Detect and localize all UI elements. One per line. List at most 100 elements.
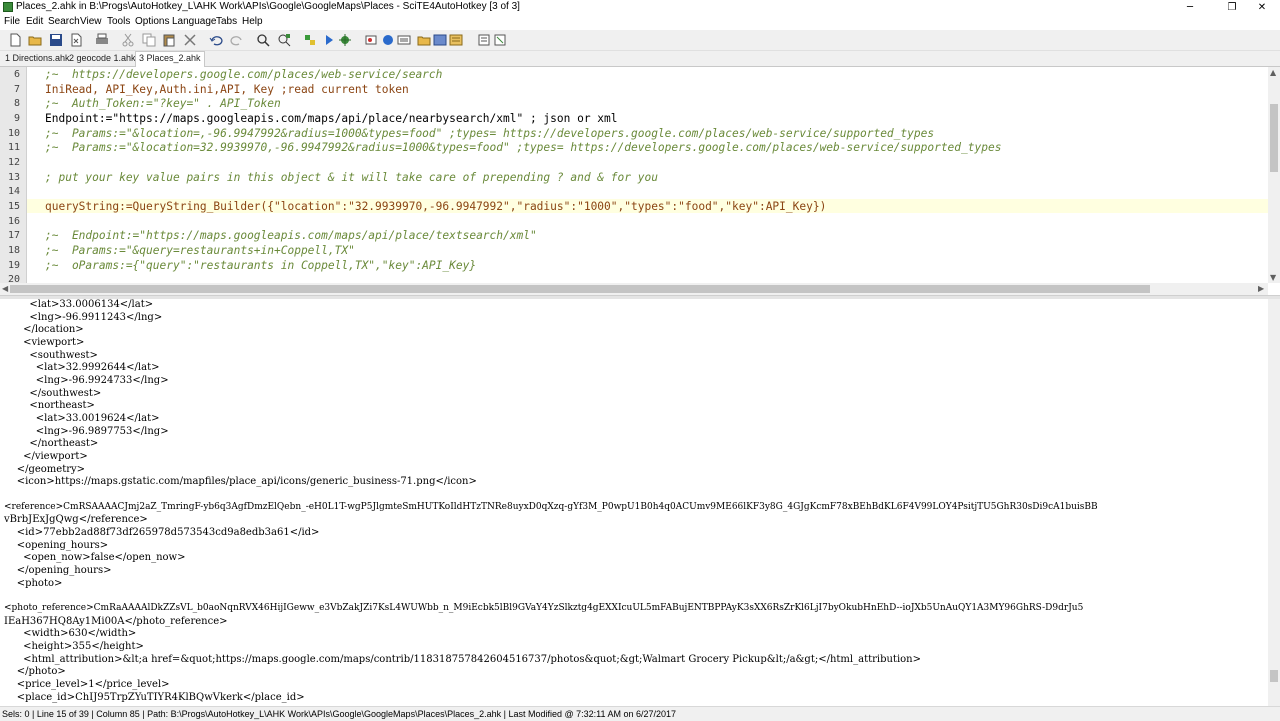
output-line: IEaH367HQ8Ay1Mi00A</photo_reference> — [4, 616, 228, 627]
find-icon[interactable] — [256, 33, 270, 47]
output-line: </northeast> — [4, 438, 99, 449]
tool-icon-4[interactable] — [417, 33, 431, 47]
line-number: 11 — [7, 142, 20, 153]
code-line: queryString:=QueryString_Builder({"locat… — [45, 200, 827, 213]
output-line: <width>630</width> — [4, 628, 137, 639]
line-number: 19 — [7, 260, 20, 271]
line-number: 9 — [13, 113, 20, 124]
tool-icon-2[interactable] — [381, 33, 395, 47]
output-line: vBrbJExJgQwg</reference> — [4, 514, 148, 525]
menu-view[interactable]: View — [80, 16, 102, 27]
output-line: <price_level>1</price_level> — [4, 679, 170, 690]
code-line: ;~ https://developers.google.com/places/… — [45, 68, 443, 81]
line-number: 18 — [7, 245, 20, 256]
output-line: <viewport> — [4, 337, 85, 348]
output-line: <photo> — [4, 578, 63, 589]
tool-icon-6[interactable] — [449, 33, 463, 47]
output-scroll-thumb[interactable] — [1270, 670, 1278, 682]
minimize-button[interactable]: ─ — [1172, 0, 1208, 15]
output-line: </photo> — [4, 666, 66, 677]
output-line: <opening_hours> — [4, 540, 109, 551]
output-line: <southwest> — [4, 350, 98, 361]
save-icon[interactable] — [49, 33, 63, 47]
paste-icon[interactable] — [162, 33, 176, 47]
menu-help[interactable]: Help — [242, 16, 263, 27]
close-button[interactable]: ✕ — [1244, 0, 1280, 15]
scite-app-icon — [3, 2, 13, 12]
line-number: 20 — [7, 274, 20, 283]
debug-icon[interactable] — [338, 33, 352, 47]
line-number: 14 — [7, 186, 20, 197]
scroll-up-arrow-icon[interactable]: ▲ — [1270, 68, 1276, 77]
output-line: <icon>https://maps.gstatic.com/mapfiles/… — [4, 476, 477, 487]
line-number: 7 — [13, 84, 20, 95]
output-line: <place_id>ChIJ95TrpZYuTIYR4KlBQwVkerk</p… — [4, 692, 305, 703]
output-line: <lng>-96.9911243</lng> — [4, 312, 163, 323]
cut-icon[interactable] — [121, 33, 135, 47]
line-number: 12 — [7, 157, 20, 168]
close-file-icon[interactable] — [69, 33, 83, 47]
output-vertical-scrollbar[interactable] — [1268, 299, 1280, 706]
tool-icon-3[interactable] — [397, 33, 411, 47]
menu-tabs[interactable]: Tabs — [216, 16, 237, 27]
scroll-right-arrow-icon[interactable]: ▶ — [1258, 284, 1264, 293]
line-number: 16 — [7, 216, 20, 227]
run-icon[interactable] — [322, 33, 336, 47]
code-line: ;~ oParams:={"query":"restaurants in Cop… — [45, 259, 477, 272]
open-folder-icon[interactable] — [28, 33, 42, 47]
tab-places[interactable]: 3 Places_2.ahk — [135, 51, 205, 67]
code-line: IniRead, API_Key,Auth.ini,API, Key ;read… — [45, 83, 409, 96]
line-number: 13 — [7, 172, 20, 183]
tool-icon-8[interactable] — [493, 33, 507, 47]
code-line: ;~ Params:="&location=,-96.9947992&radiu… — [45, 127, 935, 140]
compile-icon[interactable] — [303, 33, 317, 47]
output-line: </geometry> — [4, 464, 86, 475]
line-number: 10 — [7, 128, 20, 139]
line-number: 6 — [13, 69, 20, 80]
menu-edit[interactable]: Edit — [26, 16, 43, 27]
file-tab-bar: 1 Directions.ahk 2 geocode 1.ahk 3 Place… — [0, 51, 1280, 67]
output-line: <id>77ebb2ad88f73df265978d573543cd9a8edb… — [4, 527, 320, 538]
editor-vertical-scrollbar[interactable] — [1268, 67, 1280, 283]
code-line: Endpoint:="https://maps.googleapis.com/m… — [45, 112, 618, 125]
menu-language[interactable]: Language — [172, 16, 217, 27]
editor-hscroll-thumb[interactable] — [10, 285, 1150, 293]
new-file-icon[interactable] — [8, 33, 22, 47]
output-line: <height>355</height> — [4, 641, 144, 652]
window-title: Places_2.ahk in B:\Progs\AutoHotkey_L\AH… — [16, 1, 520, 12]
menu-search[interactable]: Search — [48, 16, 80, 27]
tool-icon-5[interactable] — [433, 33, 447, 47]
redo-icon[interactable] — [230, 33, 244, 47]
code-editor[interactable]: 6 7 8 9 10 11 12 13 14 15 16 17 18 19 20… — [0, 67, 1268, 283]
scroll-left-arrow-icon[interactable]: ◀ — [2, 284, 8, 293]
output-line: <lng>-96.9897753</lng> — [4, 426, 169, 437]
output-pane[interactable]: <lat>33.0006134</lat> <lng>-96.9911243</… — [0, 299, 1268, 704]
replace-icon[interactable] — [277, 33, 291, 47]
code-line: ;~ Endpoint:="https://maps.googleapis.co… — [45, 229, 537, 242]
code-line: ; put your key value pairs in this objec… — [45, 171, 658, 184]
output-line: <lat>32.9992644</lat> — [4, 362, 160, 373]
tab-geocode[interactable]: 2 geocode 1.ahk — [66, 52, 139, 65]
output-line: </southwest> — [4, 388, 102, 399]
tool-icon-7[interactable] — [477, 33, 491, 47]
code-line: ;~ Params:="&location=32.9939970,-96.994… — [45, 141, 1002, 154]
output-line: <lat>33.0006134</lat> — [4, 299, 154, 310]
code-line: ;~ Params:="&query=restaurants+in+Coppel… — [45, 244, 355, 257]
output-line: <northeast> — [4, 400, 95, 411]
menu-file[interactable]: File — [4, 16, 20, 27]
undo-icon[interactable] — [209, 33, 223, 47]
output-line: <open_now>false</open_now> — [4, 552, 186, 563]
output-line: </location> — [4, 324, 84, 335]
output-line: <lng>-96.9924733</lng> — [4, 375, 169, 386]
delete-icon[interactable] — [183, 33, 197, 47]
menu-options[interactable]: Options — [135, 16, 169, 27]
tool-icon-1[interactable] — [364, 33, 378, 47]
tab-directions[interactable]: 1 Directions.ahk — [2, 52, 73, 65]
scroll-down-arrow-icon[interactable]: ▼ — [1270, 273, 1276, 282]
menu-tools[interactable]: Tools — [107, 16, 130, 27]
toolbar — [0, 30, 1280, 51]
line-number: 15 — [7, 201, 20, 212]
print-icon[interactable] — [95, 33, 109, 47]
editor-scroll-thumb[interactable] — [1270, 104, 1278, 172]
copy-icon[interactable] — [142, 33, 156, 47]
